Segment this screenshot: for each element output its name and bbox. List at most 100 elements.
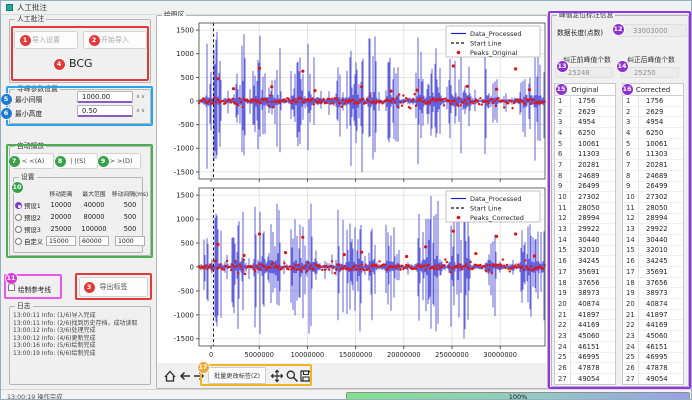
table-row[interactable]: 611303 (555, 149, 615, 160)
table-row[interactable]: 2141897 (555, 310, 615, 321)
pan-icon[interactable] (270, 369, 284, 383)
table-row[interactable]: 824689 (555, 171, 615, 182)
table-row[interactable]: 2345060 (623, 331, 683, 342)
table-row[interactable]: 720281 (623, 160, 683, 171)
preset-radio[interactable] (15, 238, 22, 245)
annotation-badge-4: 4 (54, 59, 65, 70)
table-row[interactable]: 1532010 (555, 246, 615, 257)
table-row[interactable]: 2749054 (623, 374, 683, 385)
annotation-badge-15: 15 (556, 84, 567, 95)
table-row[interactable]: 2244169 (623, 320, 683, 331)
table-row[interactable]: 926499 (555, 182, 615, 193)
svg-text:1000: 1000 (176, 50, 194, 58)
draw-reference-checkbox[interactable] (8, 284, 15, 291)
table-row[interactable]: 1329922 (623, 224, 683, 235)
preset-label: 自定义 (24, 237, 43, 246)
table-row[interactable]: 1634245 (555, 256, 615, 267)
table-row[interactable]: 1837656 (623, 278, 683, 289)
table-row[interactable]: 1329922 (555, 224, 615, 235)
table-row[interactable]: 2141897 (623, 310, 683, 321)
preset-row: 预设325000100000500 (15, 223, 149, 235)
table-row[interactable]: 1228994 (623, 214, 683, 225)
min-interval-input[interactable]: 1000.00 (77, 91, 133, 103)
table-row[interactable]: 11756 (555, 96, 615, 107)
preset-radio[interactable] (15, 226, 22, 233)
table-row[interactable]: 1634245 (623, 256, 683, 267)
table-row[interactable]: 2446151 (623, 342, 683, 353)
preset-radio[interactable] (15, 202, 22, 209)
preset-table: 移动距离 最大范围 移动间隔(ms) 预设11000040000500预设220… (15, 187, 149, 247)
table-row[interactable]: 2647878 (623, 363, 683, 374)
draw-reference-label: 绘制参考线 (18, 284, 51, 294)
table-row[interactable]: 1837656 (555, 278, 615, 289)
table-row[interactable]: 1938973 (623, 288, 683, 299)
preset-radio[interactable] (15, 214, 22, 221)
table-row[interactable]: 510061 (555, 139, 615, 150)
table-row[interactable]: 34954 (623, 117, 683, 128)
after-count-field: 25250 (621, 67, 679, 78)
table-row[interactable]: 1128050 (555, 203, 615, 214)
after-count-label: 纠正后峰值个数 (621, 54, 681, 64)
min-interval-spinner-icons[interactable]: ∧∨ (136, 94, 146, 100)
preset-value: 40000 (77, 201, 111, 209)
preset-value-input[interactable]: 60000 (79, 236, 109, 246)
table-row[interactable]: 22629 (555, 107, 615, 118)
home-icon[interactable] (163, 369, 177, 383)
svg-text:20000000: 20000000 (387, 351, 421, 359)
table-row[interactable]: 2546995 (623, 353, 683, 364)
min-height-input[interactable]: 0.50 (77, 105, 133, 117)
chart-top[interactable]: -1500-1000-500050010001500Data_Processed… (157, 19, 547, 183)
group-manual-annotation-title: 人工批注 (15, 15, 46, 24)
table-row[interactable]: 1228994 (555, 214, 615, 225)
table-row[interactable]: 1128050 (623, 203, 683, 214)
table-row[interactable]: 1532010 (623, 246, 683, 257)
batch-edit-labels-button[interactable]: 批量更改标签(Z) (208, 367, 266, 384)
table-row[interactable]: 2647878 (555, 363, 615, 374)
preset-label: 预设3 (24, 225, 41, 234)
preset-row: 预设11000040000500 (15, 199, 149, 211)
spin-down-icon[interactable]: ∨ (141, 94, 146, 100)
spin-down-icon[interactable]: ∨ (141, 108, 146, 114)
table-row[interactable]: 1430440 (555, 235, 615, 246)
annotation-badge-2: 2 (89, 35, 100, 46)
table-row[interactable]: 1938973 (555, 288, 615, 299)
table-row[interactable]: 1430440 (623, 235, 683, 246)
preset-value: 500 (111, 225, 149, 233)
table-row[interactable]: 46250 (623, 128, 683, 139)
group-manual-annotation: 人工批注 (9, 19, 151, 83)
preset-value-input[interactable]: 15000 (46, 236, 76, 246)
table-row[interactable]: 2749054 (555, 374, 615, 385)
annotation-badge-1: 1 (20, 35, 31, 46)
preset-value-input[interactable]: 1000 (115, 236, 145, 246)
zoom-icon[interactable] (285, 369, 299, 383)
table-row[interactable]: 22629 (623, 107, 683, 118)
table-row[interactable]: 2244169 (555, 320, 615, 331)
table-row[interactable]: 611303 (623, 149, 683, 160)
table-row[interactable]: 1735691 (623, 267, 683, 278)
table-row[interactable]: 2345060 (555, 331, 615, 342)
table-row[interactable]: 2040874 (623, 299, 683, 310)
log-output[interactable]: 13:00:11 Info: (1/6)导入完成13:00:11 Info: (… (13, 312, 147, 380)
table-row[interactable]: 926499 (623, 182, 683, 193)
app-icon (6, 4, 13, 11)
table-row[interactable]: 824689 (623, 171, 683, 182)
table-row[interactable]: 11756 (623, 96, 683, 107)
table-row[interactable]: 720281 (555, 160, 615, 171)
chart-bottom[interactable]: -1500-1000-50005001000150005000000100000… (157, 184, 547, 362)
table-row[interactable]: 34954 (555, 117, 615, 128)
table-row[interactable]: 1735691 (555, 267, 615, 278)
annotation-badge-11: 11 (6, 273, 17, 284)
table-row[interactable]: 46250 (555, 128, 615, 139)
table-row[interactable]: 510061 (623, 139, 683, 150)
preset-header-distance: 移动距离 (45, 189, 77, 198)
table-row[interactable]: 2446151 (555, 342, 615, 353)
save-icon[interactable] (299, 369, 313, 383)
table-row[interactable]: 1027302 (555, 192, 615, 203)
table-row[interactable]: 2040874 (555, 299, 615, 310)
svg-text:1000: 1000 (176, 216, 194, 224)
min-height-spinner-icons[interactable]: ∧∨ (136, 108, 146, 114)
svg-text:-1000: -1000 (174, 145, 194, 153)
table-row[interactable]: 2546995 (555, 353, 615, 364)
back-icon[interactable] (178, 369, 192, 383)
table-row[interactable]: 1027302 (623, 192, 683, 203)
